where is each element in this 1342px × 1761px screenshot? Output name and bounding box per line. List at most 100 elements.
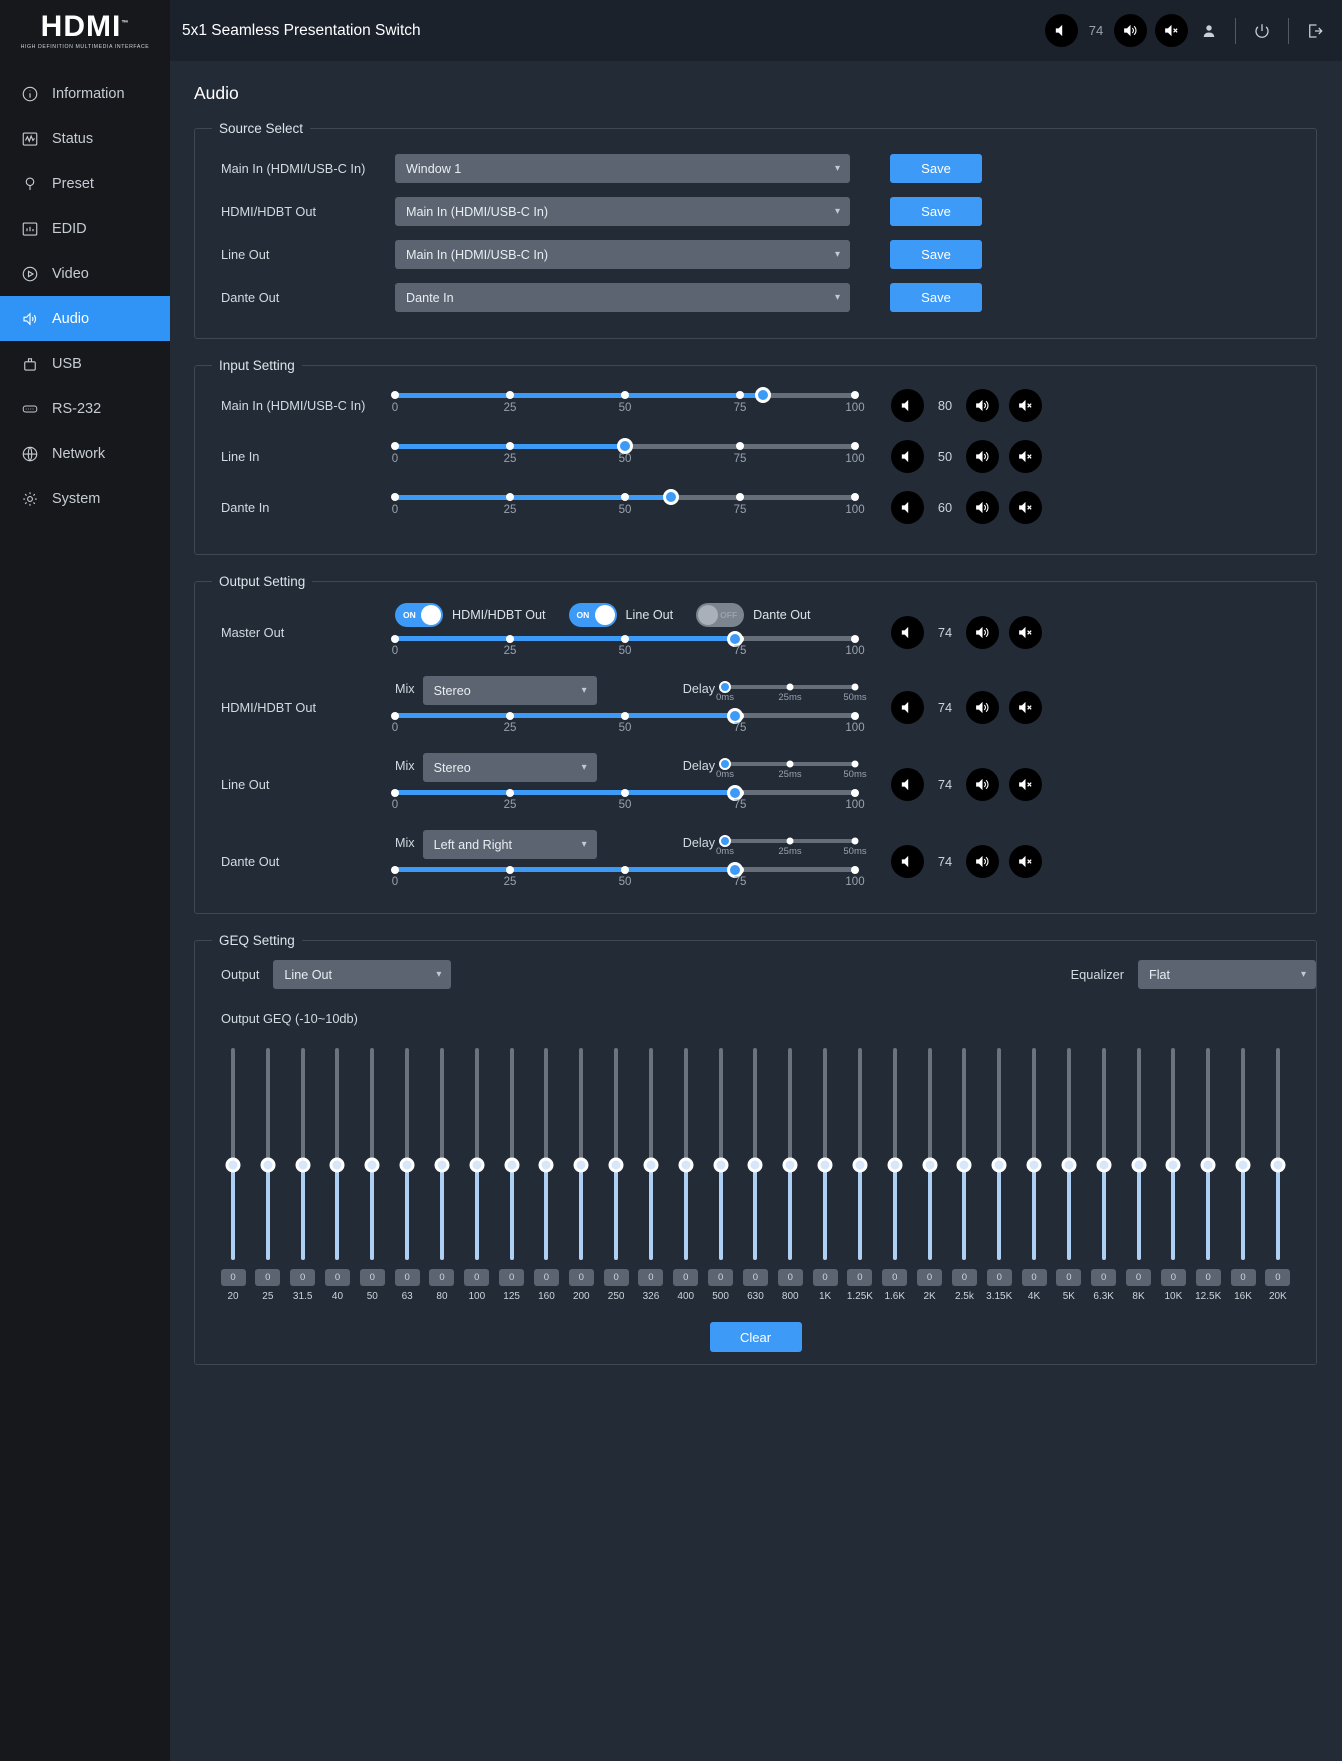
output-volume-slider[interactable]: 0 25 50 75 100 bbox=[391, 861, 865, 893]
sidebar-item-video[interactable]: Video bbox=[0, 251, 170, 296]
geq-band-knob[interactable] bbox=[643, 1157, 659, 1173]
geq-band-knob[interactable] bbox=[504, 1157, 520, 1173]
geq-band-rail[interactable] bbox=[887, 1048, 903, 1260]
geq-band-rail[interactable] bbox=[1200, 1048, 1216, 1260]
volume-up-icon[interactable] bbox=[1114, 14, 1147, 47]
geq-band-knob[interactable] bbox=[1200, 1157, 1216, 1173]
output-toggle-line-out[interactable]: ON bbox=[568, 603, 617, 627]
mute-icon[interactable] bbox=[1009, 389, 1042, 422]
slider-track[interactable] bbox=[391, 707, 859, 724]
geq-band-knob[interactable] bbox=[1235, 1157, 1251, 1173]
sidebar-item-rs-232[interactable]: RS-232 bbox=[0, 386, 170, 431]
geq-band-knob[interactable] bbox=[817, 1157, 833, 1173]
geq-band-knob[interactable] bbox=[1131, 1157, 1147, 1173]
geq-band-rail[interactable] bbox=[1096, 1048, 1112, 1260]
geq-band-rail[interactable] bbox=[434, 1048, 450, 1260]
input-volume-slider[interactable]: 0 25 50 75 100 bbox=[391, 438, 865, 470]
user-icon[interactable] bbox=[1196, 18, 1222, 44]
volume-down-icon[interactable] bbox=[1045, 14, 1078, 47]
geq-band-knob[interactable] bbox=[956, 1157, 972, 1173]
geq-band-rail[interactable] bbox=[817, 1048, 833, 1260]
geq-band-knob[interactable] bbox=[1026, 1157, 1042, 1173]
geq-band-knob[interactable] bbox=[608, 1157, 624, 1173]
geq-band-knob[interactable] bbox=[434, 1157, 450, 1173]
slider-track[interactable] bbox=[391, 861, 859, 878]
volume-up-icon[interactable] bbox=[966, 616, 999, 649]
sidebar-item-information[interactable]: Information bbox=[0, 71, 170, 116]
source-select-dropdown[interactable]: Window 1 ▾ bbox=[395, 154, 850, 183]
mute-icon[interactable] bbox=[1009, 440, 1042, 473]
slider-track[interactable] bbox=[391, 630, 859, 647]
geq-band-rail[interactable] bbox=[1131, 1048, 1147, 1260]
logout-icon[interactable] bbox=[1302, 18, 1328, 44]
geq-band-rail[interactable] bbox=[956, 1048, 972, 1260]
save-button[interactable]: Save bbox=[890, 283, 982, 312]
output-volume-slider[interactable]: 0 25 50 75 100 bbox=[391, 707, 865, 739]
geq-band-knob[interactable] bbox=[747, 1157, 763, 1173]
geq-band-rail[interactable] bbox=[991, 1048, 1007, 1260]
delay-track[interactable] bbox=[719, 681, 859, 693]
input-volume-slider[interactable]: 0 25 50 75 100 bbox=[391, 387, 865, 419]
source-select-dropdown[interactable]: Dante In ▾ bbox=[395, 283, 850, 312]
geq-band-knob[interactable] bbox=[1270, 1157, 1286, 1173]
geq-band-knob[interactable] bbox=[364, 1157, 380, 1173]
geq-band-knob[interactable] bbox=[678, 1157, 694, 1173]
mute-icon[interactable] bbox=[1009, 616, 1042, 649]
geq-band-rail[interactable] bbox=[295, 1048, 311, 1260]
geq-band-rail[interactable] bbox=[364, 1048, 380, 1260]
geq-band-knob[interactable] bbox=[329, 1157, 345, 1173]
power-icon[interactable] bbox=[1249, 18, 1275, 44]
geq-band-rail[interactable] bbox=[747, 1048, 763, 1260]
geq-band-rail[interactable] bbox=[608, 1048, 624, 1260]
geq-band-rail[interactable] bbox=[469, 1048, 485, 1260]
volume-down-icon[interactable] bbox=[891, 616, 924, 649]
slider-track[interactable] bbox=[391, 489, 859, 505]
delay-track[interactable] bbox=[719, 758, 859, 770]
geq-band-rail[interactable] bbox=[225, 1048, 241, 1260]
volume-up-icon[interactable] bbox=[966, 440, 999, 473]
mute-icon[interactable] bbox=[1009, 768, 1042, 801]
volume-up-icon[interactable] bbox=[966, 768, 999, 801]
slider-track[interactable] bbox=[391, 387, 859, 403]
geq-band-knob[interactable] bbox=[991, 1157, 1007, 1173]
geq-band-knob[interactable] bbox=[469, 1157, 485, 1173]
geq-band-rail[interactable] bbox=[852, 1048, 868, 1260]
geq-equalizer-select[interactable]: Flat ▾ bbox=[1138, 960, 1316, 989]
volume-down-icon[interactable] bbox=[891, 691, 924, 724]
geq-band-rail[interactable] bbox=[1165, 1048, 1181, 1260]
geq-band-rail[interactable] bbox=[678, 1048, 694, 1260]
geq-band-knob[interactable] bbox=[852, 1157, 868, 1173]
geq-band-knob[interactable] bbox=[295, 1157, 311, 1173]
geq-band-rail[interactable] bbox=[782, 1048, 798, 1260]
geq-band-knob[interactable] bbox=[260, 1157, 276, 1173]
geq-band-rail[interactable] bbox=[399, 1048, 415, 1260]
mute-icon[interactable] bbox=[1009, 691, 1042, 724]
save-button[interactable]: Save bbox=[890, 154, 982, 183]
geq-band-knob[interactable] bbox=[225, 1157, 241, 1173]
geq-band-rail[interactable] bbox=[713, 1048, 729, 1260]
delay-track[interactable] bbox=[719, 835, 859, 847]
source-select-dropdown[interactable]: Main In (HDMI/USB-C In) ▾ bbox=[395, 197, 850, 226]
geq-band-rail[interactable] bbox=[1026, 1048, 1042, 1260]
volume-down-icon[interactable] bbox=[891, 768, 924, 801]
delay-slider[interactable]: 0ms 25ms 50ms bbox=[716, 830, 867, 860]
geq-band-knob[interactable] bbox=[399, 1157, 415, 1173]
mute-icon[interactable] bbox=[1009, 845, 1042, 878]
output-volume-slider[interactable]: 0 25 50 75 100 bbox=[391, 784, 865, 816]
output-toggle-dante-out[interactable]: OFF bbox=[696, 603, 745, 627]
volume-up-icon[interactable] bbox=[966, 491, 999, 524]
geq-band-rail[interactable] bbox=[1270, 1048, 1286, 1260]
volume-up-icon[interactable] bbox=[966, 389, 999, 422]
geq-band-rail[interactable] bbox=[1061, 1048, 1077, 1260]
geq-band-rail[interactable] bbox=[573, 1048, 589, 1260]
slider-track[interactable] bbox=[391, 438, 859, 454]
geq-band-rail[interactable] bbox=[504, 1048, 520, 1260]
mute-icon[interactable] bbox=[1155, 14, 1188, 47]
geq-band-knob[interactable] bbox=[1061, 1157, 1077, 1173]
geq-band-rail[interactable] bbox=[329, 1048, 345, 1260]
source-select-dropdown[interactable]: Main In (HDMI/USB-C In) ▾ bbox=[395, 240, 850, 269]
geq-output-select[interactable]: Line Out ▾ bbox=[273, 960, 452, 989]
mix-select[interactable]: Stereo ▾ bbox=[422, 676, 597, 705]
sidebar-item-system[interactable]: System bbox=[0, 476, 170, 521]
volume-down-icon[interactable] bbox=[891, 845, 924, 878]
